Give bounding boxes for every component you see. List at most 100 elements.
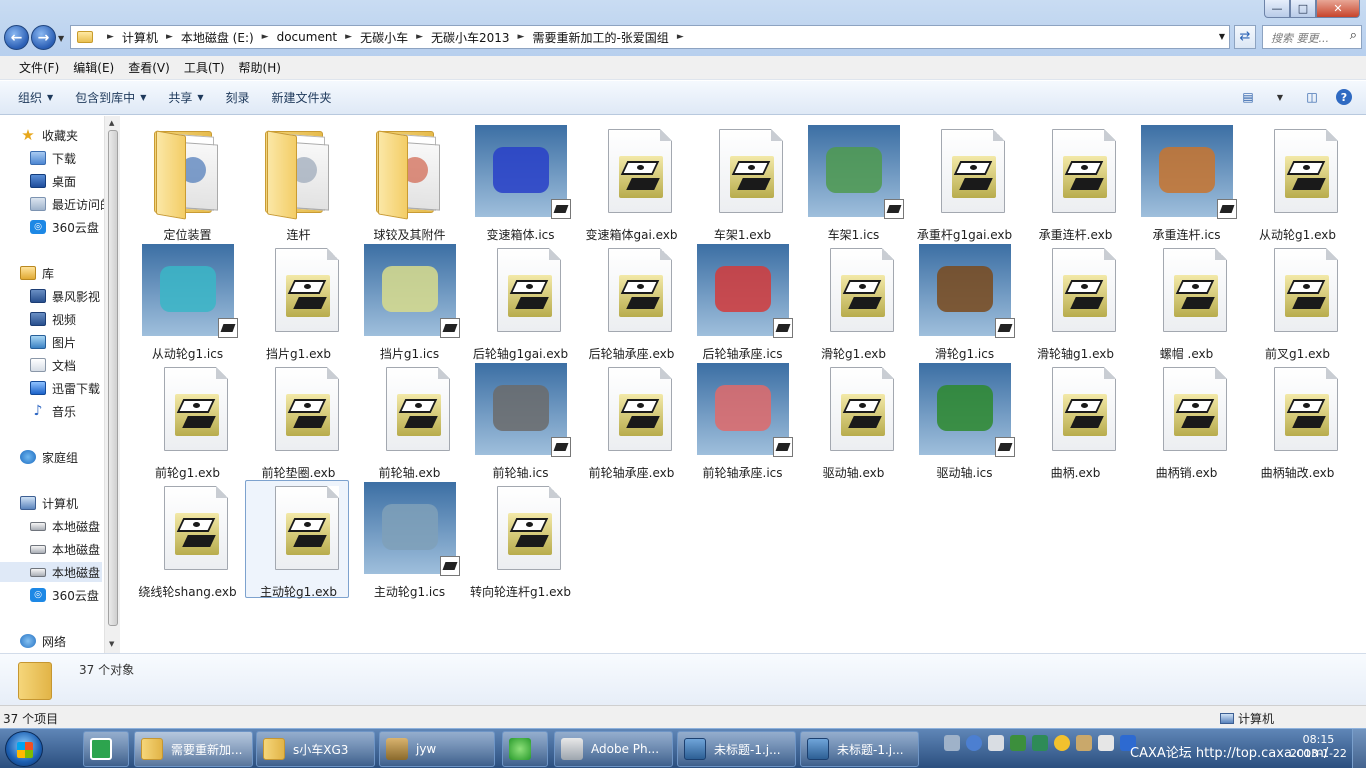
nav-360-cloud-2[interactable]: ◎ 360云盘 [30, 585, 99, 605]
menu-help[interactable]: 帮助(H) [232, 59, 288, 76]
back-button[interactable]: ← [4, 25, 29, 50]
nav-computer[interactable]: 计算机 [20, 493, 78, 513]
forward-button[interactable]: → [31, 25, 56, 50]
scroll-down-icon[interactable]: ▼ [109, 640, 114, 648]
nav-network[interactable]: 网络 [20, 631, 66, 651]
nav-xunlei[interactable]: 迅雷下载 [30, 378, 100, 398]
breadcrumb-drive-e[interactable]: 本地磁盘 (E:) [181, 29, 254, 46]
nav-favorites[interactable]: ★ 收藏夹 [20, 125, 78, 145]
nav-360-cloud[interactable]: ◎ 360云盘 [30, 217, 99, 237]
clock[interactable]: 08:15 2013-1-22 [1290, 733, 1347, 761]
breadcrumb-computer[interactable]: 计算机 [122, 29, 158, 46]
hard-disk-icon [30, 544, 46, 554]
new-folder-label: 新建文件夹 [271, 91, 332, 105]
change-view-icon[interactable]: ▤ [1240, 89, 1256, 105]
nav-local-disk-2[interactable]: 本地磁盘 [30, 539, 100, 559]
menu-view[interactable]: 查看(V) [121, 59, 177, 76]
help-icon[interactable]: ? [1336, 89, 1352, 105]
file-name: 球铰及其附件 [373, 228, 446, 242]
computer-icon [1220, 713, 1234, 724]
minimize-button[interactable]: — [1264, 0, 1290, 18]
task-untitled-1[interactable]: 未标题-1.j... [677, 731, 796, 767]
show-desktop-button[interactable] [1352, 729, 1366, 768]
breadcrumb-wutan[interactable]: 无碳小车 [360, 29, 408, 46]
folder-icon [364, 125, 456, 220]
command-bar: 组织 ▼ 包含到库中 ▼ 共享 ▼ 刻录 新建文件夹 ▤ ▼ ◫ ? [0, 81, 1366, 115]
breadcrumb-current-folder[interactable]: 需要重新加工的-张爱国组 [532, 29, 668, 46]
chevron-right-icon[interactable]: ► [345, 32, 352, 42]
address-bar[interactable]: ► 计算机 ► 本地磁盘 (E:) ► document ► 无碳小车 ► 无碳… [70, 25, 1230, 49]
nav-baofeng[interactable]: 暴风影视 [30, 286, 100, 306]
shield-icon[interactable] [1032, 735, 1048, 751]
nav-music[interactable]: ♪ 音乐 [30, 401, 76, 421]
help-tray-icon[interactable] [966, 735, 982, 751]
battery-icon[interactable] [1010, 735, 1026, 751]
nav-homegroup[interactable]: 家庭组 [20, 447, 78, 467]
speaker-icon[interactable] [1098, 735, 1114, 751]
start-button[interactable] [5, 731, 43, 767]
breadcrumb-document[interactable]: document [277, 30, 338, 44]
preview-pane-icon[interactable]: ◫ [1304, 89, 1320, 105]
recent-pages-dropdown[interactable]: ▼ [58, 34, 64, 43]
new-folder-button[interactable]: 新建文件夹 [264, 89, 340, 106]
task-label: 需要重新加... [171, 742, 243, 757]
task-label: 未标题-1.j... [714, 742, 781, 757]
burn-button[interactable]: 刻录 [218, 89, 258, 106]
chevron-right-icon[interactable]: ► [107, 32, 114, 42]
file-name: 从动轮g1.exb [1259, 228, 1336, 242]
nav-local-disk-1[interactable]: 本地磁盘 [30, 516, 100, 536]
nav-recent[interactable]: 最近访问的 [30, 194, 112, 214]
download-folder-icon [30, 151, 46, 165]
organize-label: 组织 [18, 91, 43, 105]
task-photoshop[interactable]: Adobe Ph... [554, 731, 673, 767]
close-button[interactable]: ✕ [1316, 0, 1360, 18]
caxa-drawing-icon [697, 125, 789, 217]
status-location: 计算机 [1220, 710, 1274, 727]
chevron-right-icon[interactable]: ► [416, 32, 423, 42]
task-explorer-current[interactable]: 需要重新加... [134, 731, 253, 767]
monitor-icon[interactable] [988, 735, 1004, 751]
chevron-right-icon[interactable]: ► [166, 32, 173, 42]
task-jyw[interactable]: jyw [379, 731, 495, 767]
package-icon[interactable] [1076, 735, 1092, 751]
menu-edit[interactable]: 编辑(E) [66, 59, 121, 76]
breadcrumb-wutan-2013[interactable]: 无碳小车2013 [431, 29, 510, 46]
nav-videos[interactable]: 视频 [30, 309, 76, 329]
refresh-button[interactable]: ⇄ [1234, 25, 1256, 49]
nav-libraries[interactable]: 库 [20, 263, 54, 283]
nav-pictures[interactable]: 图片 [30, 332, 76, 352]
menu-file[interactable]: 文件(F) [12, 59, 66, 76]
nav-desktop[interactable]: 桌面 [30, 171, 76, 191]
task-app-g[interactable] [83, 731, 129, 767]
address-history-dropdown[interactable]: ▼ [1219, 32, 1225, 41]
task-untitled-2[interactable]: 未标题-1.j... [800, 731, 919, 767]
computer-icon [20, 496, 36, 510]
nav-scrollbar[interactable]: ▲ ▼ [104, 116, 120, 653]
nav-downloads[interactable]: 下载 [30, 148, 76, 168]
caxa-drawing-icon [808, 363, 900, 455]
scroll-up-icon[interactable]: ▲ [109, 119, 114, 127]
share-button[interactable]: 共享 ▼ [160, 89, 211, 106]
part-thumbnail-icon [475, 363, 571, 457]
file-name: 后轮轴承座.ics [702, 347, 783, 361]
chevron-right-icon[interactable]: ► [677, 32, 684, 42]
plus-icon[interactable] [1054, 735, 1070, 751]
task-explorer-xg3[interactable]: s小车XG3 [256, 731, 375, 767]
maximize-button[interactable]: □ [1290, 0, 1316, 18]
search-input[interactable]: 搜索 要更... ⌕ [1262, 25, 1362, 49]
nav-documents[interactable]: 文档 [30, 355, 76, 375]
file-name: 前轮g1.exb [155, 466, 220, 480]
view-options-dropdown[interactable]: ▼ [1272, 89, 1288, 105]
task-browser[interactable] [502, 731, 548, 767]
window-controls: — □ ✕ [1264, 0, 1360, 18]
keyboard-icon[interactable] [944, 735, 960, 751]
chevron-right-icon[interactable]: ► [518, 32, 525, 42]
include-in-library-button[interactable]: 包含到库中 ▼ [67, 89, 154, 106]
nav-local-disk-3[interactable]: 本地磁盘 [0, 562, 102, 582]
chevron-right-icon[interactable]: ► [262, 32, 269, 42]
file-name: 承重连杆.exb [1038, 228, 1113, 242]
organize-button[interactable]: 组织 ▼ [10, 89, 61, 106]
menu-tools[interactable]: 工具(T) [177, 59, 232, 76]
scrollbar-thumb[interactable] [108, 130, 118, 626]
nav-label: 最近访问的 [52, 197, 113, 212]
